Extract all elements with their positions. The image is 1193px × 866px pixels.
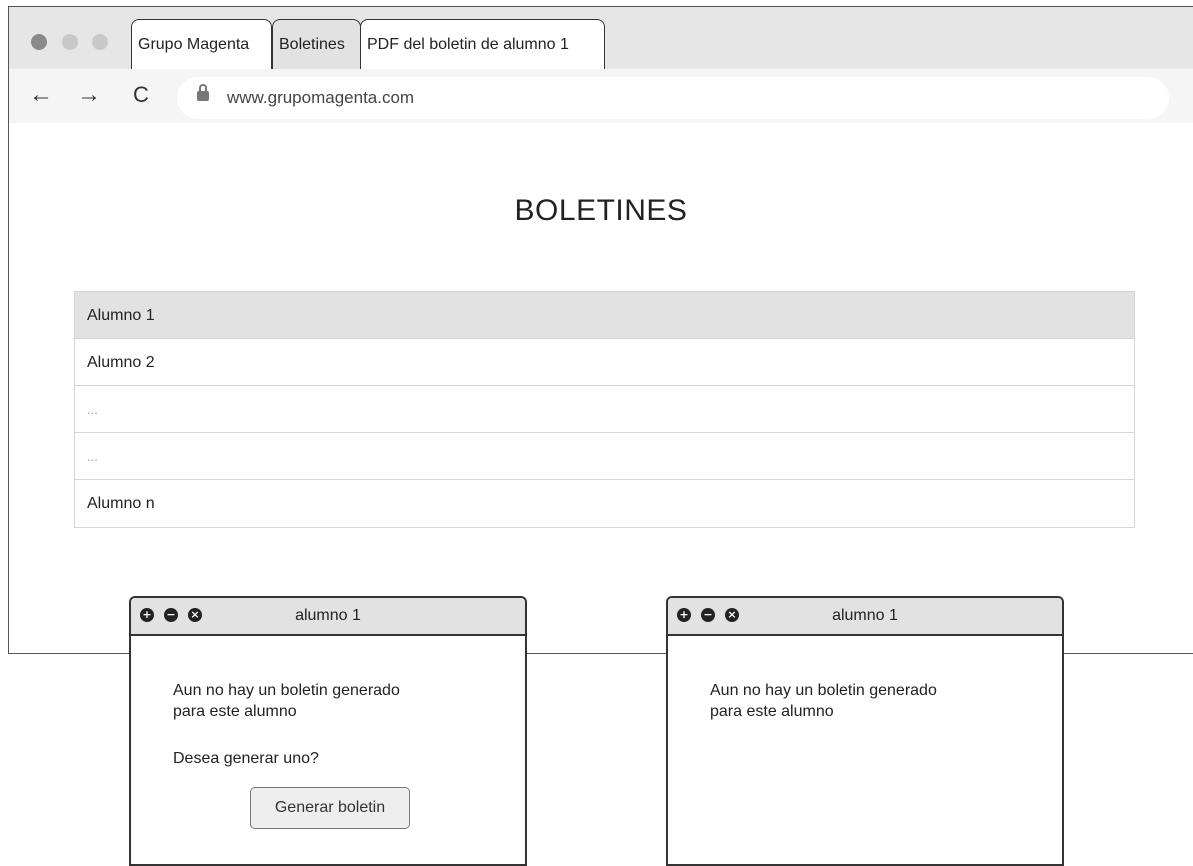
- dialog-message: Aun no hay un boletin generado para este…: [173, 680, 400, 722]
- student-list: Alumno 1 Alumno 2 ... ... Alumno n: [74, 291, 1135, 528]
- window-maximize-dot[interactable]: [92, 34, 108, 50]
- page-title: BOLETINES: [514, 194, 688, 227]
- browser-titlebar: Grupo Magenta Boletines PDF del boletin …: [9, 7, 1193, 69]
- browser-navbar: ← → C www.grupomagenta.com: [9, 69, 1193, 123]
- tab-grupo-magenta[interactable]: Grupo Magenta: [131, 19, 272, 69]
- tab-boletines[interactable]: Boletines: [272, 19, 361, 69]
- back-arrow-icon[interactable]: ←: [29, 82, 53, 108]
- dialog-titlebar: + − × alumno 1: [131, 598, 525, 636]
- url-text: www.grupomagenta.com: [227, 88, 415, 107]
- lock-icon: [197, 84, 209, 101]
- dialog-generate-boletin: + − × alumno 1 Aun no hay un boletin gen…: [129, 596, 527, 866]
- tab-pdf-boletin[interactable]: PDF del boletin de alumno 1: [360, 19, 605, 69]
- list-item-alumno-n[interactable]: Alumno n: [75, 480, 1134, 527]
- dialog-message-line-2: para este alumno: [173, 703, 297, 720]
- generate-boletin-button[interactable]: Generar boletin: [250, 787, 410, 829]
- forward-arrow-icon[interactable]: →: [77, 82, 101, 108]
- dialog-message: Aun no hay un boletin generado para este…: [710, 680, 937, 722]
- dialog-titlebar: + − × alumno 1: [668, 598, 1062, 636]
- reload-icon[interactable]: C: [133, 82, 149, 108]
- dialog-message-line-1: Aun no hay un boletin generado: [173, 682, 400, 699]
- list-item-alumno-2[interactable]: Alumno 2: [75, 339, 1134, 386]
- list-item-alumno-1[interactable]: Alumno 1: [75, 292, 1134, 339]
- window-close-dot[interactable]: [31, 34, 47, 50]
- dialog-message-line-1: Aun no hay un boletin generado: [710, 682, 937, 699]
- dialog-title: alumno 1: [295, 607, 361, 624]
- dialog-title: alumno 1: [832, 607, 898, 624]
- dialog-message-line-2: para este alumno: [710, 703, 834, 720]
- list-item-ellipsis[interactable]: ...: [75, 433, 1134, 480]
- address-bar[interactable]: www.grupomagenta.com: [177, 77, 1169, 119]
- window-minimize-dot[interactable]: [62, 34, 78, 50]
- dialog-question: Desea generar uno?: [173, 750, 319, 767]
- list-item-ellipsis[interactable]: ...: [75, 386, 1134, 433]
- browser-window: Grupo Magenta Boletines PDF del boletin …: [8, 6, 1193, 654]
- dialog-no-boletin: + − × alumno 1 Aun no hay un boletin gen…: [666, 596, 1064, 866]
